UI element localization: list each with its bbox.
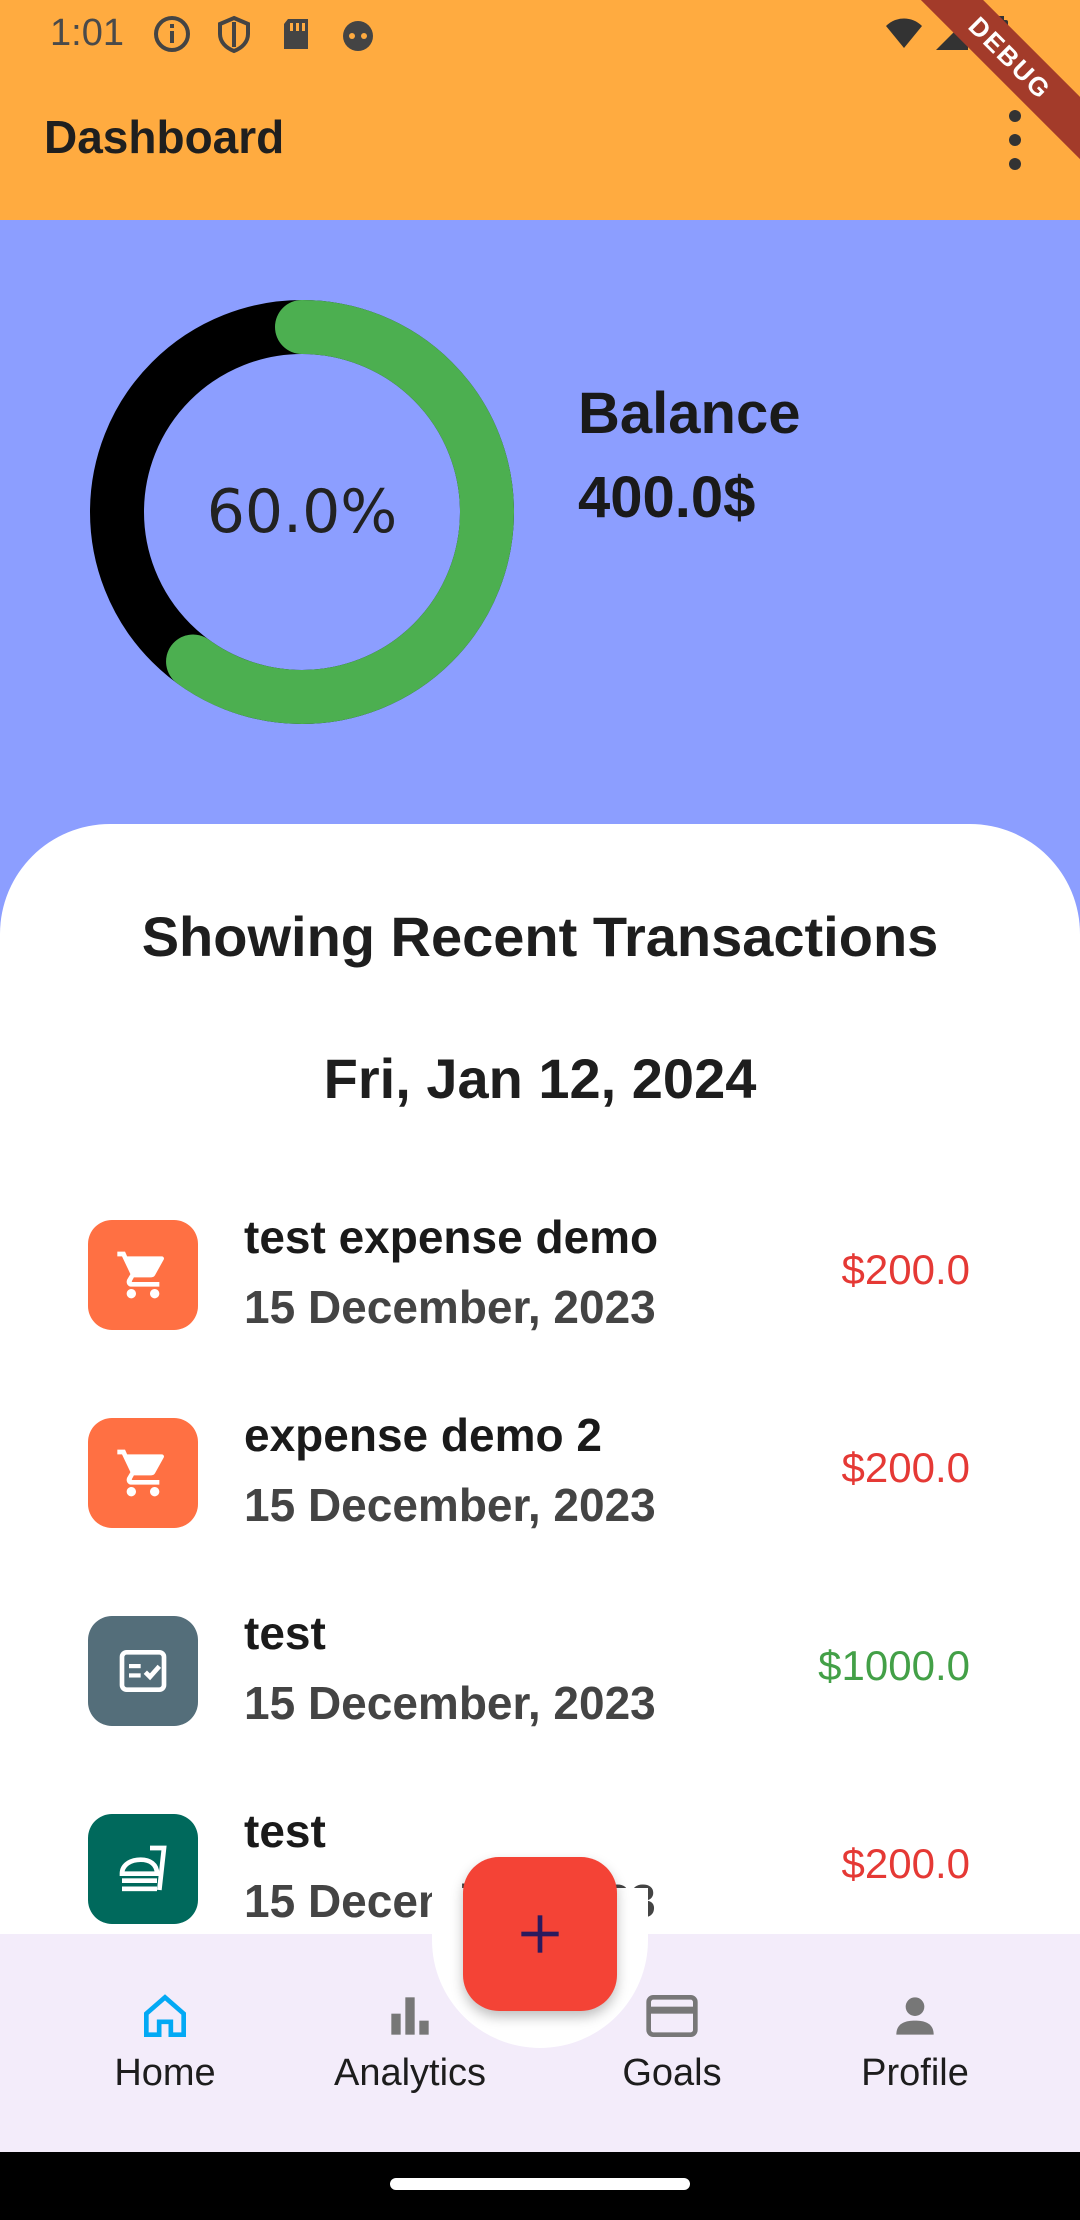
android-icon: [343, 21, 373, 51]
transaction-icon-tile: [88, 1220, 198, 1330]
cart-icon: [117, 1449, 164, 1497]
person-icon: [896, 1997, 934, 2035]
transaction-amount: $200.0: [841, 1246, 970, 1293]
add-transaction-button[interactable]: [463, 1857, 617, 2011]
debug-ribbon: DEBUG: [902, 0, 1080, 166]
status-time: 1:01: [50, 12, 124, 54]
nav-item-profile[interactable]: Profile: [805, 1988, 1025, 2095]
progress-donut: 60.0%: [90, 300, 514, 724]
page-title: Dashboard: [44, 111, 285, 163]
system-nav-bar: [0, 2152, 1080, 2220]
card-icon: [646, 1995, 698, 2037]
shield-icon: [218, 15, 250, 54]
transaction-row[interactable]: expense demo 2 15 December, 2023 $200.0: [88, 1408, 1008, 1538]
transaction-row[interactable]: test 15 December, 2023 $1000.0: [88, 1606, 1008, 1736]
bar-chart-icon: [391, 1997, 429, 2035]
transactions-heading: Showing Recent Transactions: [141, 905, 939, 968]
info-icon: [154, 16, 190, 52]
balance-value: 400.0$: [578, 465, 756, 530]
transaction-amount: $1000.0: [818, 1642, 970, 1689]
transaction-name: expense demo 2: [244, 1409, 602, 1461]
transactions-date: Fri, Jan 12, 2024: [323, 1047, 757, 1110]
nav-label: Analytics: [333, 2052, 487, 2094]
transaction-date: 15 December, 2023: [244, 1479, 656, 1531]
nav-item-home[interactable]: Home: [55, 1988, 275, 2095]
transaction-name: test: [244, 1607, 326, 1659]
plus-icon: [521, 1915, 559, 1953]
home-icon: [144, 1994, 186, 2037]
sd-card-icon: [284, 19, 308, 49]
transaction-row[interactable]: test expense demo 15 December, 2023 $200…: [88, 1210, 1008, 1340]
transactions-sheet[interactable]: Showing Recent Transactions Fri, Jan 12,…: [0, 824, 1080, 1934]
fact-check-icon: [119, 1650, 167, 1692]
progress-label: 60.0%: [206, 477, 398, 547]
transaction-date: 15 December, 2023: [244, 1677, 656, 1729]
debug-ribbon-container: DEBUG: [880, 0, 1080, 200]
cart-icon: [117, 1251, 164, 1299]
transaction-icon-tile: [88, 1814, 198, 1924]
transaction-date: 15 December, 2023: [244, 1281, 656, 1333]
transaction-icon-tile: [88, 1418, 198, 1528]
status-icons-left: [152, 14, 378, 54]
nav-label: Home: [114, 2052, 216, 2094]
nav-label: Profile: [861, 2052, 969, 2094]
balance-label: Balance: [578, 381, 801, 446]
transaction-icon-tile: [88, 1616, 198, 1726]
nav-label: Goals: [622, 2052, 722, 2094]
transaction-name: test expense demo: [244, 1211, 659, 1263]
transaction-amount: $200.0: [841, 1444, 970, 1491]
food-icon: [119, 1845, 167, 1892]
transaction-amount: $200.0: [841, 1840, 970, 1887]
transaction-name: test: [244, 1805, 326, 1857]
home-gesture-bar[interactable]: [390, 2178, 690, 2190]
